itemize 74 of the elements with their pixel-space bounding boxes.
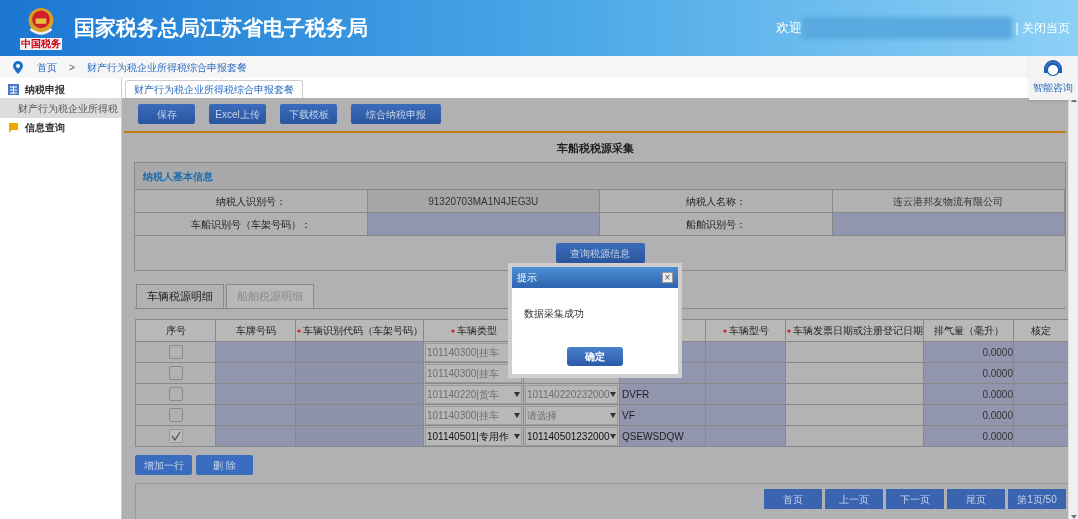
- query-button[interactable]: 查询税源信息: [555, 243, 645, 263]
- input-field[interactable]: [832, 213, 1065, 236]
- site-title: 国家税务总局江苏省电子税务局: [74, 15, 368, 42]
- pager-button[interactable]: 尾页: [947, 489, 1005, 509]
- form-title: 车船税税源采集: [555, 141, 635, 156]
- field-label: 车船识别号（车架号码）：: [135, 213, 368, 236]
- pager-button[interactable]: 第1页/50: [1008, 489, 1066, 509]
- sidebar-section[interactable]: 纳税申报: [0, 80, 121, 98]
- breadcrumb-separator: >: [69, 60, 75, 75]
- dialog-message: 数据采集成功: [524, 307, 585, 321]
- breadcrumb-link[interactable]: 首页: [37, 59, 57, 75]
- welcome-text: 欢迎: [775, 19, 802, 38]
- grid-icon: [8, 83, 19, 95]
- ok-button[interactable]: 确定: [567, 347, 623, 366]
- chat-bubble-icon: [8, 121, 19, 133]
- caret-icon: [514, 391, 520, 397]
- table-cell: 0.0000: [924, 426, 1014, 446]
- caret-icon: [514, 433, 520, 439]
- help-widget[interactable]: 智能咨询: [1029, 58, 1077, 100]
- table-cell: 0.0000: [924, 384, 1014, 404]
- field-label: 纳税人名称：: [600, 190, 833, 213]
- scrollbar[interactable]: [1068, 98, 1078, 519]
- column-header: 核定: [1031, 324, 1051, 338]
- sidebar-section[interactable]: 信息查询: [0, 118, 121, 136]
- input-field[interactable]: [367, 213, 600, 236]
- toolbar-button[interactable]: Excel上传: [209, 104, 266, 124]
- row-checkbox[interactable]: [168, 429, 183, 443]
- caret-icon: [610, 412, 616, 418]
- detail-tab[interactable]: 车辆税源明细: [136, 284, 224, 308]
- required-asterisk-icon: [450, 328, 455, 333]
- column-header: 车辆发票日期或注册登记日期: [786, 323, 923, 338]
- location-pin-icon: [13, 60, 23, 74]
- table-cell: 0.0000: [924, 363, 1014, 383]
- table-cell: 0.0000: [924, 342, 1014, 362]
- toolbar-button[interactable]: 综合纳税申报: [351, 104, 441, 124]
- close-button[interactable]: ×: [662, 272, 673, 283]
- table-cell: QSEWSDQW: [620, 426, 706, 446]
- column-header: 排气量（毫升）: [933, 324, 1004, 338]
- sidebar-item[interactable]: 财产行为税企业所得税: [0, 98, 121, 118]
- row-action-button[interactable]: 增加一行: [135, 455, 192, 475]
- table-cell: DVFR: [620, 384, 706, 404]
- pager-button[interactable]: 下一页: [886, 489, 944, 509]
- row-action-button[interactable]: 删 除: [196, 455, 253, 475]
- pager-button[interactable]: 首页: [764, 489, 822, 509]
- table-cell: VF: [620, 405, 706, 425]
- logo-caption: 中国税务: [20, 38, 62, 50]
- required-asterisk-icon: [722, 328, 727, 333]
- field-label: 纳税人识别号：: [135, 190, 368, 213]
- field-label: 船舶识别号：: [600, 213, 833, 236]
- section-header: 纳税人基本信息: [135, 163, 1065, 190]
- field-value: 91320703MA1N4JEG3U: [367, 190, 600, 213]
- caret-icon: [514, 412, 520, 418]
- breadcrumb-link[interactable]: 财产行为税企业所得税综合申报套餐: [86, 59, 247, 75]
- column-header: 车辆识别代码（车架号码）: [296, 323, 423, 338]
- dialog-title: 提示: [517, 271, 537, 285]
- emblem-icon: [26, 6, 56, 38]
- checkmark-icon: [170, 431, 181, 441]
- column-header: 车辆类型: [450, 323, 497, 338]
- pager-button[interactable]: 上一页: [825, 489, 883, 509]
- caret-icon: [610, 433, 616, 439]
- page-tab[interactable]: 财产行为税企业所得税综合申报套餐: [125, 80, 303, 98]
- column-header: 车辆型号: [722, 323, 769, 338]
- table-cell: 0.0000: [924, 405, 1014, 425]
- toolbar-button[interactable]: 下载模板: [280, 104, 337, 124]
- required-asterisk-icon: [296, 328, 301, 333]
- column-header: 车牌号码: [235, 324, 276, 338]
- caret-icon: [610, 391, 616, 397]
- vehicle-type-select[interactable]: 101140501|专用作: [425, 426, 522, 446]
- required-asterisk-icon: [786, 328, 791, 333]
- code-select[interactable]: 101140501232000: [525, 426, 618, 446]
- scroll-down-icon: [1070, 515, 1077, 519]
- toolbar-button[interactable]: 保存: [138, 104, 195, 124]
- help-label: 智能咨询: [1033, 81, 1073, 95]
- column-header: 序号: [165, 324, 186, 338]
